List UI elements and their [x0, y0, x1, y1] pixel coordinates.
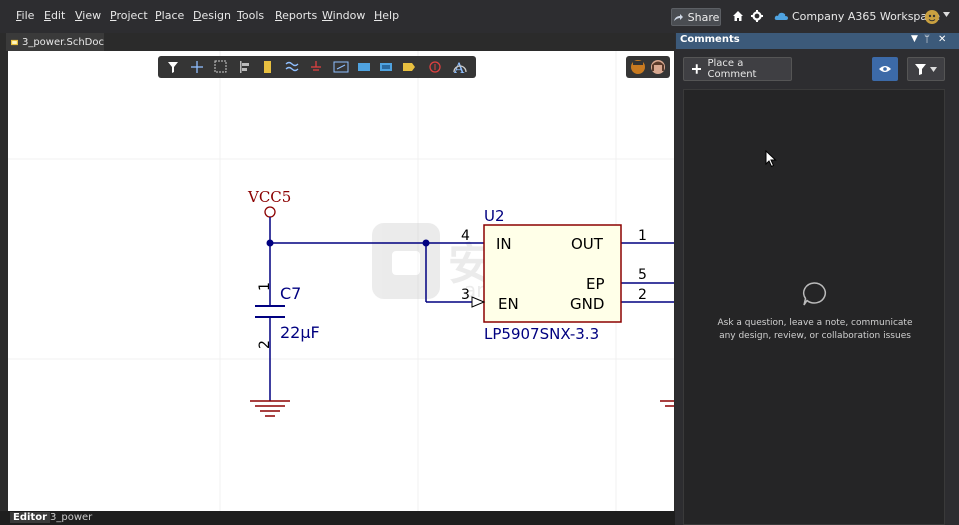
comments-list[interactable]	[683, 89, 945, 525]
panel-title: Comments	[680, 34, 740, 45]
place-comment-label: Place a Comment	[707, 58, 757, 80]
comment-bubble-icon	[802, 282, 826, 306]
ic-designator: U2	[484, 207, 505, 225]
chevron-down-icon	[930, 66, 937, 72]
menu-design[interactable]: Design	[193, 9, 231, 22]
ic-part-name: LP5907SNX-3.3	[484, 325, 599, 343]
filter-icon[interactable]	[168, 62, 178, 73]
select-area-icon[interactable]	[214, 60, 227, 73]
share-button[interactable]: Share	[671, 8, 721, 26]
tab-document[interactable]: 3_power.SchDoc	[6, 33, 104, 51]
avatar[interactable]	[651, 60, 665, 74]
eye-icon	[879, 66, 891, 72]
ic-pin-out-label: OUT	[571, 235, 604, 253]
place-comment-button[interactable]: Place a Comment	[683, 57, 792, 81]
pin-icon[interactable]: ᛘ	[924, 34, 930, 45]
mouse-pointer-icon	[765, 150, 777, 168]
close-icon[interactable]: ✕	[938, 34, 946, 45]
menu-place[interactable]: Place	[155, 9, 184, 22]
filter-icon	[915, 63, 926, 75]
menu-tools[interactable]: Tools	[237, 9, 264, 22]
component-icon[interactable]	[264, 61, 271, 73]
move-icon[interactable]	[191, 61, 203, 73]
chevron-down-icon[interactable]	[943, 12, 950, 17]
empty-state-line2: any design, review, or collaboration iss…	[719, 331, 911, 341]
ic-pin-gnd-number: 2	[638, 287, 647, 303]
junction-dot	[422, 239, 430, 247]
power-port-label: VCC5	[247, 188, 291, 206]
share-label: Share	[687, 10, 720, 24]
ic-pin-en-number: 3	[461, 287, 470, 303]
ic-pin-en-label: EN	[498, 295, 519, 313]
schematic-canvas[interactable]: 安下载 anxz.com VCC5 1 2 C7 22µF	[8, 51, 674, 511]
power-port-symbol	[264, 206, 276, 218]
menu-help[interactable]: Help	[374, 9, 399, 22]
bus-icon[interactable]	[333, 61, 349, 73]
ic-pin-gnd-label: GND	[570, 295, 604, 313]
wire-icon[interactable]	[285, 61, 299, 72]
avatar[interactable]	[924, 9, 940, 25]
capacitor-pin1: 1	[257, 282, 273, 291]
sheet-symbol-icon[interactable]	[358, 63, 370, 71]
workspace-label[interactable]: Company A365 Workspace	[792, 10, 940, 23]
collaborator-avatars	[626, 56, 670, 78]
status-bar	[0, 511, 675, 525]
plus-icon	[692, 64, 702, 74]
harness-icon[interactable]	[380, 63, 392, 71]
home-icon[interactable]	[732, 10, 744, 22]
ic-pin-in-number: 4	[461, 228, 470, 244]
empty-state-message: Ask a question, leave a note, communicat…	[700, 317, 930, 343]
menu-project[interactable]: Project	[110, 9, 148, 22]
schematic-doc-icon	[11, 39, 18, 45]
capacitor-pin2: 2	[257, 340, 273, 349]
tab-document-label: 3_power.SchDoc	[21, 36, 104, 48]
ic-pin-out-number: 1	[638, 228, 647, 244]
ic-pin-ep-label: EP	[586, 275, 605, 293]
filter-dropdown[interactable]	[907, 57, 945, 81]
junction-dot	[266, 239, 274, 247]
share-icon	[673, 13, 683, 21]
status-document-name: 3_power	[50, 512, 93, 523]
ic-pin-in-label: IN	[496, 235, 512, 253]
directive-icon[interactable]	[429, 61, 441, 73]
menu-reports[interactable]: Reports	[275, 9, 317, 22]
gear-icon[interactable]	[751, 10, 763, 22]
ground-symbol-partial	[660, 400, 674, 407]
capacitor-value: 22µF	[280, 323, 320, 342]
panel-menu-icon[interactable]: ▼	[911, 34, 918, 44]
port-icon[interactable]	[403, 63, 415, 71]
menu-file[interactable]: File	[16, 9, 34, 22]
menu-edit[interactable]: Edit	[44, 9, 65, 22]
active-bar-toolbar: A	[158, 56, 476, 78]
cloud-icon	[774, 12, 788, 20]
ic-pin-ep-number: 5	[638, 267, 647, 283]
capacitor-designator: C7	[280, 284, 301, 303]
show-comments-toggle[interactable]	[872, 57, 898, 81]
ground-icon[interactable]	[311, 61, 321, 71]
menu-window[interactable]: Window	[322, 9, 365, 22]
ground-symbol	[250, 400, 290, 417]
schematic-drawing: 安下载 anxz.com VCC5 1 2 C7 22µF	[8, 51, 674, 511]
empty-state-line1: Ask a question, leave a note, communicat…	[717, 318, 913, 328]
avatar[interactable]	[631, 60, 645, 74]
menu-view[interactable]: View	[75, 9, 101, 22]
align-icon[interactable]	[240, 61, 249, 73]
status-editor-tab[interactable]: Editor	[10, 512, 50, 523]
